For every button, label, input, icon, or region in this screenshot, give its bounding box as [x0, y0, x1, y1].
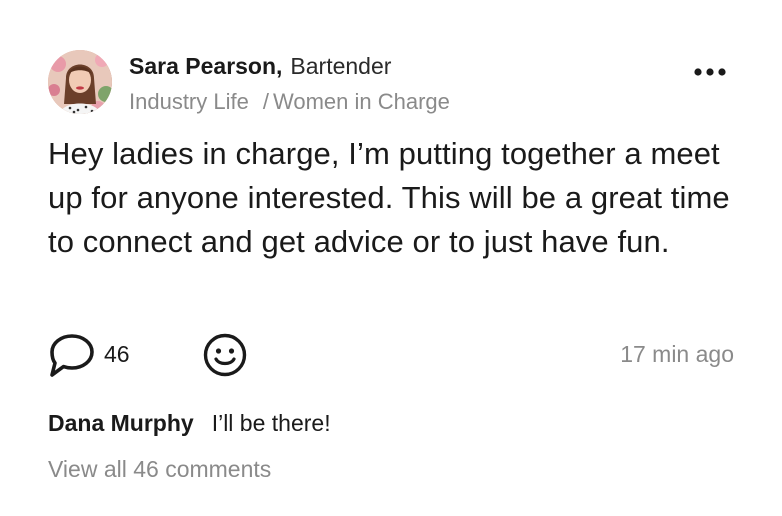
author-role: Bartender [290, 53, 392, 79]
author-line: Sara Pearson, Bartender [129, 52, 391, 80]
react-button[interactable] [202, 332, 248, 378]
comment-preview: Dana Murphy I’ll be there! [48, 409, 331, 437]
post-actions: 46 17 min ago [48, 330, 738, 380]
group-link[interactable]: Women in Charge [273, 89, 450, 114]
comment-button[interactable] [48, 332, 96, 378]
comment-bubble-icon [50, 334, 94, 377]
avatar[interactable] [48, 50, 112, 114]
post-timestamp: 17 min ago [620, 341, 734, 367]
commenter-name[interactable]: Dana Murphy [48, 410, 194, 436]
more-options-button[interactable] [690, 60, 730, 84]
post-card: Sara Pearson, Bartender Industry Life / Wom… [0, 0, 782, 516]
comment-text: I’ll be there! [211, 410, 331, 436]
post-meta: Industry Life / Women in Charge [129, 88, 450, 116]
post-body: Hey ladies in charge, I’m putting togeth… [48, 136, 730, 259]
meta-separator: / [262, 89, 269, 114]
comment-count: 46 [104, 341, 130, 367]
category-link[interactable]: Industry Life [129, 89, 249, 114]
author-name[interactable]: Sara Pearson [129, 53, 276, 79]
view-all-comments-link[interactable]: View all 46 comments [48, 455, 271, 483]
more-horizontal-icon [694, 68, 726, 76]
smiley-icon [203, 333, 247, 377]
author-name-comma: , [276, 53, 283, 79]
